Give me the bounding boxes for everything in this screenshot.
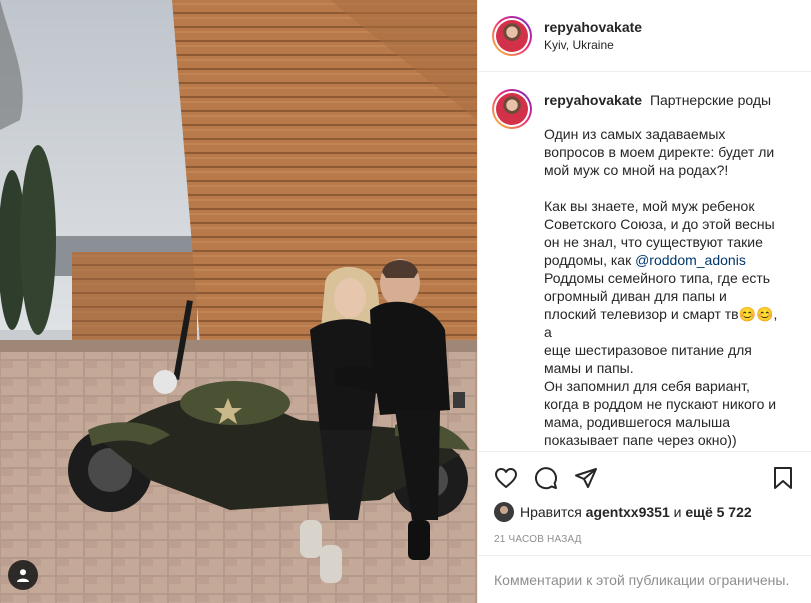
post-image — [0, 0, 477, 603]
caption-text: repyahovakate Партнерские роды Один из с… — [544, 89, 784, 449]
caption-line: Как вы знаете, мой муж ребенок — [544, 198, 755, 214]
post-location[interactable]: Kyiv, Ukraine — [544, 38, 642, 52]
caption-mention-prefix: роддомы, как — [544, 252, 636, 268]
post-photo[interactable] — [0, 0, 477, 603]
likes-prefix: Нравится — [520, 504, 582, 520]
caption-line: огромный диван для папы и — [544, 288, 727, 304]
caption-line: еще шестиразовое питание для — [544, 342, 752, 358]
comment-icon — [534, 466, 558, 495]
caption-line: показывает папе через окно)) — [544, 432, 737, 448]
user-tag-icon — [16, 568, 30, 582]
caption-title: Партнерские роды — [649, 92, 772, 108]
caption-area: repyahovakate Партнерские роды Один из с… — [478, 73, 811, 451]
likes-count[interactable]: ещё 5 722 — [685, 504, 751, 520]
caption-line: мой муж со мной на родах?! — [544, 162, 729, 178]
caption-author-username[interactable]: repyahovakate — [544, 92, 642, 108]
save-button[interactable] — [771, 466, 795, 495]
caption-line: когда в роддом не пускают никого и — [544, 396, 777, 412]
liker-username[interactable]: agentxx9351 — [586, 504, 670, 520]
post-actions: Нравится agentxx9351 и ещё 5 722 21 ЧАСО… — [478, 451, 811, 545]
caption-line: Один из самых задаваемых — [544, 126, 726, 142]
post-side-panel: repyahovakate Kyiv, Ukraine repyahovakat… — [477, 0, 811, 603]
likes-middle: и — [673, 504, 682, 520]
caption-line: мамы и папы. — [544, 360, 634, 376]
comment-button[interactable] — [534, 466, 558, 495]
comments-limited-notice: Комментарии к этой публикации ограничены… — [478, 555, 811, 603]
caption-line: Роддомы семейного типа, где есть — [544, 270, 771, 286]
caption-author-avatar[interactable] — [492, 89, 532, 129]
likes-summary: Нравится agentxx9351 и ещё 5 722 — [494, 502, 795, 522]
share-icon — [574, 466, 598, 495]
bookmark-icon — [771, 466, 795, 495]
caption-paragraph-1: Один из самых задаваемых вопросов в моем… — [544, 125, 784, 179]
caption-line: Советского Союза, и до этой весны — [544, 216, 775, 232]
caption-paragraph-2: Как вы знаете, мой муж ребенок Советског… — [544, 197, 784, 449]
author-username[interactable]: repyahovakate — [544, 19, 642, 35]
caption-line: плоский телевизор и смарт тв😊😊, а — [544, 306, 778, 340]
share-button[interactable] — [574, 466, 598, 495]
caption-line: мама, родившегося малыша — [544, 414, 731, 430]
post-timestamp[interactable]: 21 ЧАСОВ НАЗАД — [494, 534, 795, 545]
post-header: repyahovakate Kyiv, Ukraine — [478, 0, 811, 72]
caption-line: роддомы, как @roddom_adonis — [544, 251, 784, 269]
user-tags-button[interactable] — [8, 560, 38, 590]
author-avatar[interactable] — [492, 15, 532, 56]
mention-link[interactable]: @roddom_adonis — [635, 252, 746, 268]
liker-avatar[interactable] — [494, 502, 514, 522]
caption-line: он не знал, что существуют такие — [544, 234, 763, 250]
like-button[interactable] — [494, 466, 518, 495]
caption-line: вопросов в моем директе: будет ли — [544, 144, 775, 160]
caption-line: Он запомнил для себя вариант, — [544, 378, 750, 394]
heart-icon — [494, 466, 518, 495]
